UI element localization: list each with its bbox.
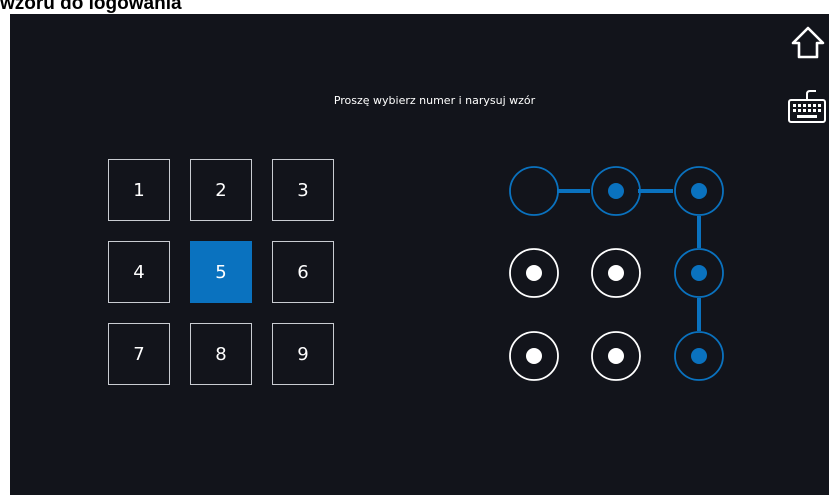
home-icon [791,26,825,59]
pattern-dot-6[interactable] [674,248,724,298]
pattern-dot-3[interactable] [674,166,724,216]
pattern-dot-2[interactable] [591,166,641,216]
login-screen: Proszę wybierz numer i narysuj wzór 1 2 … [10,14,829,495]
pattern-lock-grid [509,166,724,381]
pattern-dot-4[interactable] [509,248,559,298]
document-caption: wzoru do logowania [0,0,182,14]
pattern-dot-9[interactable] [674,331,724,381]
keyboard-icon [788,90,826,123]
home-button[interactable] [790,24,826,62]
pattern-dot-8[interactable] [591,331,641,381]
pattern-dot-7[interactable] [509,331,559,381]
pattern-dot-1[interactable] [509,166,559,216]
keyboard-button[interactable] [786,88,828,126]
pattern-dot-5[interactable] [591,248,641,298]
